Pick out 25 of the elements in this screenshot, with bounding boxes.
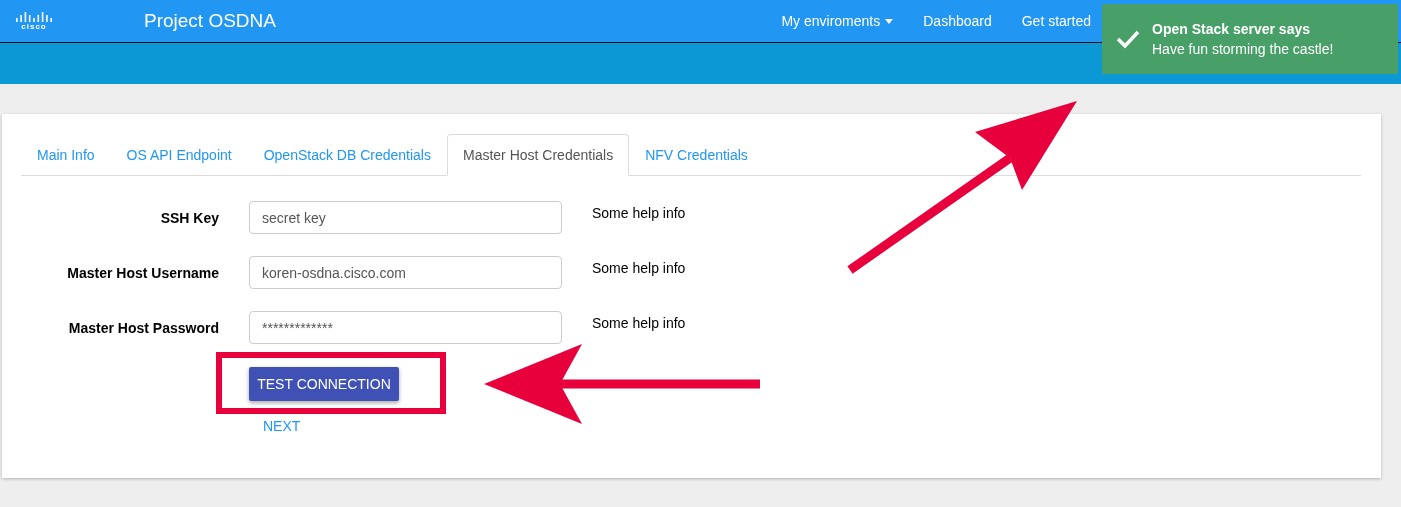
tab[interactable]: Master Host Credentials [447,134,630,176]
input-field[interactable]: secret key [249,201,562,234]
check-icon [1116,29,1140,49]
logo-bars-icon [15,11,53,22]
input-field[interactable]: ************* [249,311,562,344]
nav-link[interactable]: Get started [1021,13,1091,29]
help-text: Some help info [592,259,686,276]
field-label: SSH Key [159,209,219,226]
tab[interactable]: Main Info [21,134,111,176]
nav-link[interactable]: Dashboard [923,13,992,29]
toast-title: Open Stack server says [1152,21,1311,37]
help-text: Some help info [592,314,686,331]
nav-link[interactable]: My enviroments [781,13,894,29]
help-text: Some help info [592,204,686,221]
input-field[interactable]: koren-osdna.cisco.com [249,256,562,289]
tab[interactable]: NFV Credentials [629,134,764,176]
tab[interactable]: OS API Endpoint [110,134,248,176]
logo-text: cisco [21,21,47,31]
toast-message: Have fun storming the castle! [1152,41,1334,57]
field-label: Master Host Password [67,319,219,336]
app-title: Project OSDNA [144,10,277,32]
field-label: Master Host Username [66,264,219,281]
test-connection-button[interactable]: TEST CONNECTION [249,367,399,401]
tab[interactable]: OpenStack DB Credentials [247,134,447,176]
next-link[interactable]: NEXT [263,418,301,434]
